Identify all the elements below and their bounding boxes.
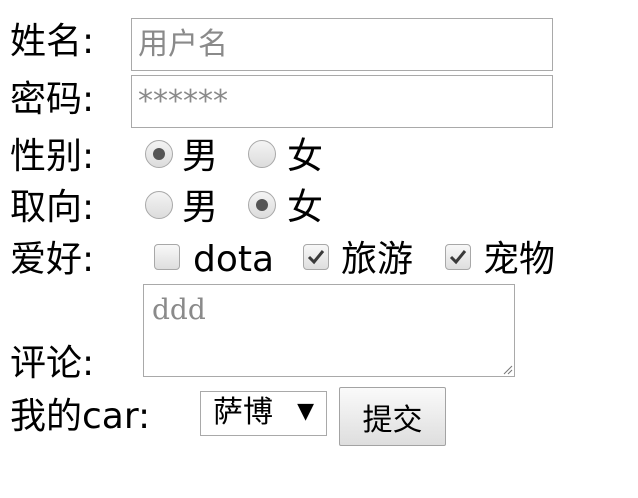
orientation-radio-male[interactable] xyxy=(145,191,173,219)
password-label: 密码: xyxy=(10,79,95,120)
resize-grip-icon[interactable] xyxy=(503,365,513,375)
hobby-pets-label: 宠物 xyxy=(483,239,556,280)
car-select[interactable]: 萨博 ▼ xyxy=(200,391,327,436)
orientation-label: 取向: xyxy=(10,187,95,228)
gender-option-female-label: 女 xyxy=(287,136,324,177)
password-input[interactable] xyxy=(131,75,553,128)
submit-button[interactable]: 提交 xyxy=(339,387,446,446)
comment-textarea[interactable] xyxy=(143,284,515,377)
car-select-value: 萨博 xyxy=(213,395,273,430)
hobbies-label: 爱好: xyxy=(10,239,95,280)
hobby-dota-label: dota xyxy=(193,239,275,280)
name-label: 姓名: xyxy=(10,21,95,62)
orientation-option-female-label: 女 xyxy=(287,187,324,228)
username-input[interactable] xyxy=(131,18,553,71)
comment-label: 评论: xyxy=(10,343,95,384)
gender-radio-male[interactable] xyxy=(145,140,173,168)
gender-label: 性别: xyxy=(10,136,95,177)
hobby-checkbox-pets[interactable] xyxy=(445,244,471,270)
dropdown-arrow-icon: ▼ xyxy=(297,399,314,424)
orientation-option-male-label: 男 xyxy=(182,187,219,228)
checkmark-icon xyxy=(307,250,325,265)
hobby-travel-label: 旅游 xyxy=(341,239,414,280)
orientation-radio-female[interactable] xyxy=(248,191,276,219)
hobby-checkbox-dota[interactable] xyxy=(154,244,180,270)
car-label: 我的car: xyxy=(10,396,151,437)
gender-radio-female[interactable] xyxy=(248,140,276,168)
hobby-checkbox-travel[interactable] xyxy=(303,244,329,270)
checkmark-icon xyxy=(449,250,467,265)
gender-option-male-label: 男 xyxy=(182,136,219,177)
